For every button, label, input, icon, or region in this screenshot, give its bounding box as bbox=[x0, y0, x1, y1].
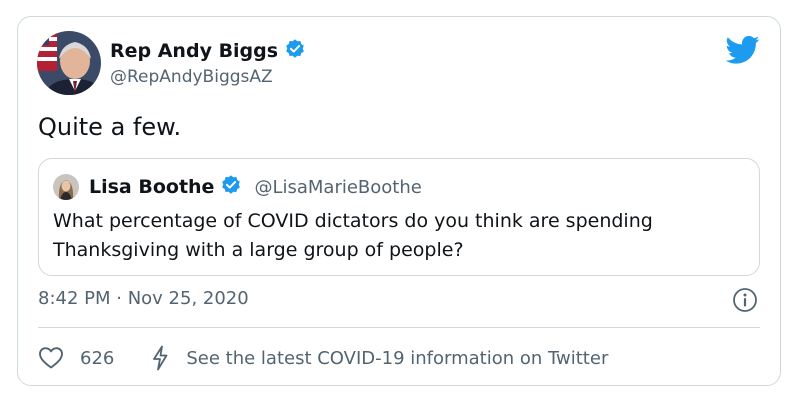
author-handle[interactable]: @RepAndyBiggsAZ bbox=[110, 67, 306, 87]
tweet-actions: 626 See the latest COVID-19 information … bbox=[38, 343, 608, 373]
author-info[interactable]: Rep Andy Biggs @RepAndyBiggsAZ bbox=[110, 39, 306, 87]
twitter-bird-icon[interactable] bbox=[725, 35, 760, 65]
bolt-icon bbox=[150, 345, 170, 371]
like-count[interactable]: 626 bbox=[80, 348, 114, 369]
quoted-author-handle[interactable]: @LisaMarieBoothe bbox=[254, 177, 421, 198]
quoted-author-name[interactable]: Lisa Boothe bbox=[89, 176, 214, 198]
tweet-card[interactable]: Rep Andy Biggs @RepAndyBiggsAZ Quite a f… bbox=[17, 16, 781, 386]
author-avatar[interactable] bbox=[37, 31, 101, 95]
verified-badge-icon bbox=[220, 174, 242, 200]
quoted-tweet[interactable]: Lisa Boothe @LisaMarieBoothe What percen… bbox=[38, 158, 760, 276]
tweet-text: Quite a few. bbox=[38, 113, 182, 141]
author-name[interactable]: Rep Andy Biggs bbox=[110, 40, 278, 62]
covid-info-text[interactable]: See the latest COVID-19 information on T… bbox=[186, 348, 608, 369]
quoted-author-avatar[interactable] bbox=[53, 174, 79, 200]
divider bbox=[38, 327, 760, 328]
covid-info-link[interactable]: See the latest COVID-19 information on T… bbox=[150, 345, 608, 371]
info-icon[interactable] bbox=[732, 287, 758, 313]
tweet-timestamp[interactable]: 8:42 PM · Nov 25, 2020 bbox=[38, 288, 249, 309]
verified-badge-icon bbox=[284, 38, 306, 64]
heart-icon[interactable] bbox=[38, 346, 64, 370]
quoted-tweet-text: What percentage of COVID dictators do yo… bbox=[53, 210, 653, 261]
